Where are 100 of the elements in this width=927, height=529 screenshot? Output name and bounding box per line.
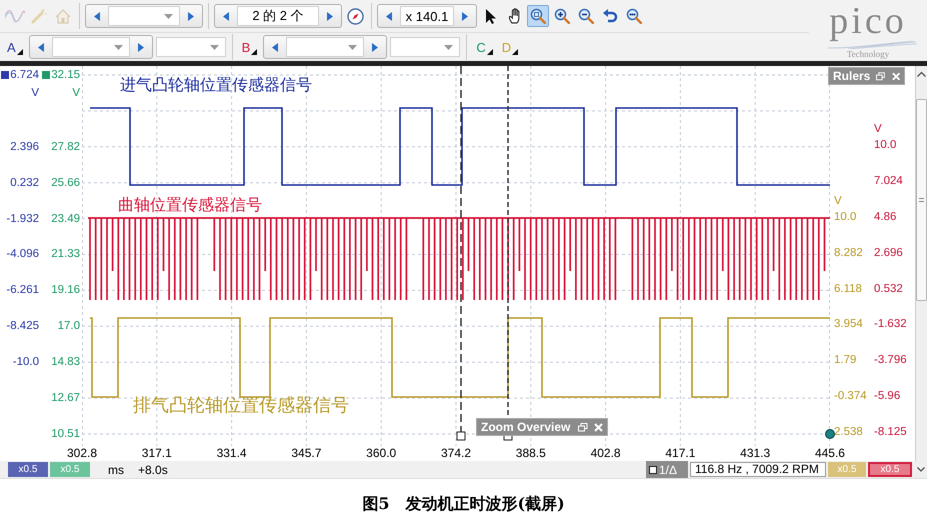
axis-label: 345.7 — [290, 446, 322, 461]
zoom-field[interactable]: x 140.1 — [400, 6, 454, 26]
caret-icon — [444, 44, 454, 50]
axis-label: 360.0 — [365, 446, 398, 461]
square-icon — [649, 466, 657, 474]
corner-triangle-icon — [16, 49, 23, 55]
axis-label: 10.0 — [874, 138, 896, 152]
wand-icon — [31, 8, 47, 24]
right-triangle-icon — [462, 12, 468, 20]
waveform-icon — [5, 9, 25, 23]
axis-label: 431.3 — [739, 446, 772, 461]
logo-text: pico — [829, 1, 907, 41]
corner-triangle-icon — [251, 49, 258, 55]
compass-icon — [346, 8, 364, 24]
left-triangle-icon — [38, 42, 44, 52]
signal-label: 进气凸轮轴位置传感器信号 — [120, 76, 312, 94]
axis-label: 2.538 — [834, 425, 863, 440]
time-offset: +8.0s — [138, 462, 168, 476]
axis-label: -10.0 — [12, 355, 39, 370]
axis-label: 331.4 — [216, 446, 248, 461]
grip-icon — [919, 198, 924, 202]
axis-label: 21.33 — [51, 247, 80, 262]
axis-unit: V — [874, 122, 882, 136]
signal-label: 曲轴位置传感器信号 — [118, 196, 262, 214]
axis-label: 12.67 — [51, 391, 80, 406]
scale-badge[interactable]: x0.5 — [8, 462, 48, 477]
home-icon — [55, 8, 71, 24]
right-triangle-icon — [372, 42, 378, 52]
caret-icon — [210, 44, 219, 50]
axis-label: 2.696 — [874, 246, 903, 260]
zoom-icon — [530, 8, 546, 24]
selector-group[interactable] — [28, 35, 153, 59]
right-triangle-icon — [327, 12, 333, 20]
right-triangle-icon — [138, 42, 144, 52]
axis-label: -4.096 — [6, 247, 39, 262]
channel-button[interactable]: B — [238, 35, 260, 59]
left-triangle-icon — [272, 42, 278, 52]
measurement-value: 116.8 Hz , 7009.2 RPM — [690, 462, 826, 477]
axis-label: -1.632 — [874, 317, 907, 332]
caret-icon — [114, 44, 123, 50]
selector-group[interactable]: x 140.1 — [377, 4, 477, 28]
axis-label: 302.8 — [66, 446, 98, 461]
channel-button[interactable]: A — [4, 35, 26, 59]
hand-icon — [507, 8, 521, 24]
axis-label: 1.79 — [834, 353, 856, 368]
axis-label: 17.0 — [58, 319, 80, 334]
axis-label: -6.261 — [6, 283, 39, 298]
corner-triangle-icon — [486, 49, 493, 55]
caret-icon — [164, 14, 173, 18]
axis-label: 388.5 — [514, 446, 547, 461]
right-triangle-icon — [188, 12, 194, 20]
left-triangle-icon — [223, 12, 229, 20]
axis-label: 19.16 — [51, 283, 80, 298]
corner-triangle-icon — [512, 49, 518, 55]
panel-title: Rulers — [833, 69, 870, 83]
undo-icon — [602, 9, 618, 23]
axis-label: 317.1 — [140, 446, 173, 461]
scroll-thumb[interactable] — [916, 99, 927, 301]
close-icon[interactable] — [594, 422, 603, 432]
axis-label: 6.724 — [10, 68, 39, 82]
figure-caption: 图5 发动机正时波形(截屏) — [362, 494, 565, 515]
scroll-up-icon[interactable] — [917, 71, 926, 77]
left-triangle-icon — [386, 12, 392, 20]
axis-label: -8.125 — [874, 425, 907, 440]
selector-group[interactable] — [85, 4, 203, 28]
caret-icon — [348, 44, 358, 50]
axis-label: 6.118 — [834, 282, 862, 296]
axis-label: -1.932 — [6, 212, 39, 226]
time-unit: ms — [108, 462, 124, 476]
cursor-arrow-icon — [484, 8, 496, 24]
close-icon[interactable] — [892, 72, 900, 80]
axis-label: 3.954 — [834, 317, 863, 332]
axis-label: -8.425 — [6, 319, 39, 334]
restore-icon[interactable] — [578, 422, 588, 432]
selector-group[interactable] — [263, 35, 388, 59]
logo-tagline: Technology — [846, 49, 890, 60]
axis-label: 0.232 — [10, 176, 39, 190]
zoom-out-icon — [578, 8, 594, 24]
axis-label: 402.8 — [590, 446, 622, 461]
restore-icon[interactable] — [876, 72, 886, 80]
ruler-handle[interactable] — [825, 429, 835, 439]
axis-label: 10.0 — [834, 210, 856, 224]
scrollbar[interactable] — [915, 66, 927, 461]
selector-group[interactable]: 2 的 2 个 — [214, 4, 342, 28]
axis-label: 27.82 — [51, 140, 80, 154]
axis-label: 7.024 — [874, 174, 903, 188]
cursor-line[interactable] — [456, 66, 466, 440]
channel-button[interactable]: C — [473, 35, 496, 59]
ruler-mode-button[interactable]: 1/Δ — [646, 461, 688, 478]
zoom-in-icon — [554, 8, 570, 24]
panel-title: Zoom Overview — [481, 420, 572, 434]
zoom-fit-icon — [626, 8, 642, 24]
buffer-field[interactable]: 2 的 2 个 — [237, 6, 319, 26]
axis-unit: V — [31, 86, 39, 100]
axis-label: 14.83 — [51, 355, 80, 370]
axis-unit: V — [72, 86, 80, 100]
axis-label: 10.51 — [51, 426, 80, 441]
scale-badge[interactable]: x0.5 — [868, 462, 912, 477]
axis-label: -3.796 — [874, 353, 907, 368]
axis-label: 8.282 — [834, 246, 863, 260]
